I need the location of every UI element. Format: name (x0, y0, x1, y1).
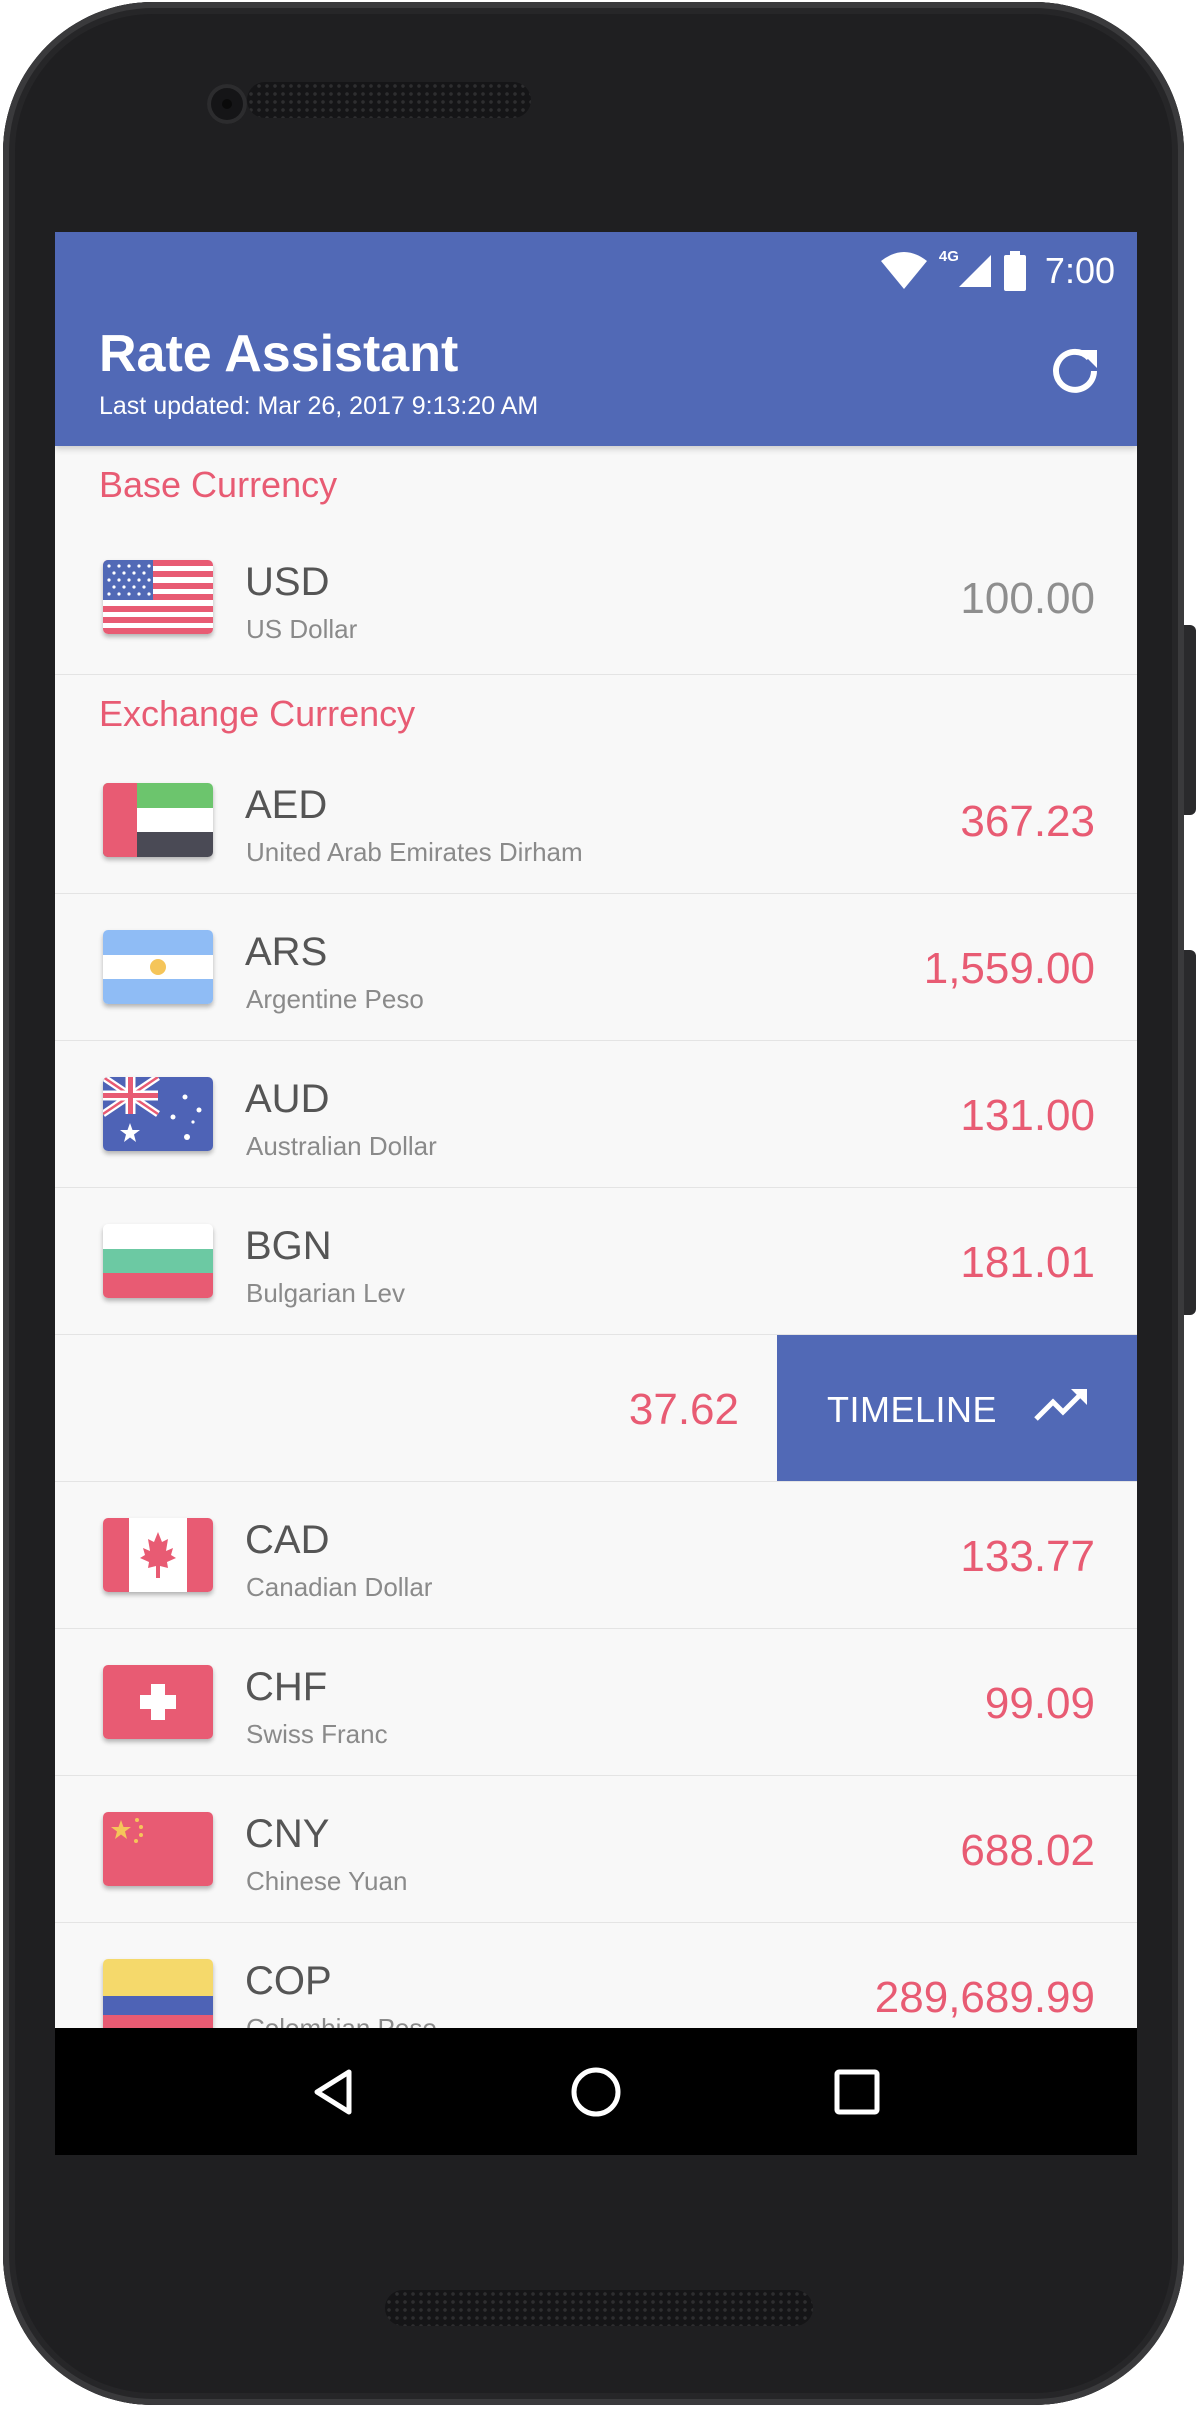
base-currency-header: Base Currency (99, 464, 338, 505)
currency-amount: 133.77 (960, 1532, 1095, 1581)
currency-amount: 131.00 (960, 1091, 1095, 1140)
currency-amount: 99.09 (984, 1679, 1095, 1728)
currency-row-ars[interactable]: ARS Argentine Peso 1,559.00 (55, 894, 1137, 1041)
home-icon[interactable] (566, 2062, 626, 2122)
currency-row-aud[interactable]: AUD Australian Dollar 131.00 (55, 1041, 1137, 1188)
back-icon[interactable] (305, 2062, 365, 2122)
currency-row-aed[interactable]: AED United Arab Emirates Dirham 367.23 (55, 747, 1137, 894)
currency-name: Australian Dollar (246, 1131, 437, 1161)
recents-icon[interactable] (827, 2062, 887, 2122)
currency-code: CAD (245, 1518, 330, 1562)
currency-code: AUD (245, 1077, 330, 1121)
currency-row-cad[interactable]: CAD Canadian Dollar 133.77 (55, 1482, 1137, 1629)
currency-code: CHF (245, 1665, 328, 1709)
ae-flag-icon (103, 783, 213, 857)
top-speaker-grille (247, 82, 531, 118)
currency-code: CNY (245, 1812, 330, 1856)
currency-name: Canadian Dollar (246, 1572, 433, 1602)
co-flag-icon (103, 1959, 213, 2033)
app-title: Rate Assistant (99, 325, 459, 383)
trending-up-icon (1034, 1389, 1087, 1421)
network-type-label: 4G (938, 248, 959, 265)
currency-name: Chinese Yuan (246, 1866, 408, 1896)
currency-code: ARS (245, 930, 328, 974)
wifi-icon (880, 252, 927, 289)
currency-amount: 37.62 (628, 1385, 739, 1434)
app-bar: 4G 7:00 Rate Assistant Last updated: Mar… (55, 232, 1137, 446)
currency-name: United Arab Emirates Dirham (246, 837, 583, 867)
us-flag-icon (103, 560, 213, 634)
bottom-speaker-grille (385, 2290, 813, 2326)
volume-rocker (1184, 950, 1196, 1315)
currency-code: USD (245, 560, 330, 604)
bg-flag-icon (103, 1224, 213, 1298)
exchange-currency-header: Exchange Currency (99, 693, 416, 734)
status-time: 7:00 (1044, 250, 1115, 291)
cn-flag-icon (103, 1812, 213, 1886)
base-currency-row[interactable]: USD US Dollar 100.00 (55, 522, 1137, 675)
ca-flag-icon (103, 1518, 213, 1592)
screen: 4G 7:00 Rate Assistant Last updated: Mar… (55, 232, 1137, 2155)
swiped-currency-row[interactable]: 37.62 TIMELINE (55, 1335, 1137, 1482)
ch-flag-icon (103, 1665, 213, 1739)
status-bar: 4G 7:00 (879, 246, 1115, 296)
currency-amount: 367.23 (960, 797, 1095, 846)
power-button (1184, 625, 1196, 815)
system-nav-bar (55, 2028, 1137, 2155)
currency-amount: 289,689.99 (874, 1973, 1095, 2022)
currency-code: COP (245, 1959, 332, 2003)
ar-flag-icon (103, 930, 213, 1004)
currency-amount: 1,559.00 (923, 944, 1095, 993)
currency-list: Base Currency USD US Dollar 100.00 Excha… (55, 446, 1137, 2070)
currency-name: Argentine Peso (246, 984, 424, 1014)
base-amount[interactable]: 100.00 (960, 574, 1095, 624)
currency-row-bgn[interactable]: BGN Bulgarian Lev 181.01 (55, 1188, 1137, 1335)
timeline-button[interactable]: TIMELINE (777, 1335, 1137, 1481)
currency-code: BGN (245, 1224, 332, 1268)
last-updated-text: Last updated: Mar 26, 2017 9:13:20 AM (99, 392, 539, 420)
currency-amount: 181.01 (960, 1238, 1095, 1287)
phone-frame: 4G 7:00 Rate Assistant Last updated: Mar… (3, 2, 1184, 2405)
currency-name: Swiss Franc (246, 1719, 388, 1749)
au-flag-icon (103, 1077, 213, 1151)
timeline-label: TIMELINE (827, 1389, 998, 1430)
currency-row-cny[interactable]: CNY Chinese Yuan 688.02 (55, 1776, 1137, 1923)
currency-name: US Dollar (246, 614, 358, 644)
front-camera (207, 84, 247, 124)
currency-code: AED (245, 783, 328, 827)
currency-row-chf[interactable]: CHF Swiss Franc 99.09 (55, 1629, 1137, 1776)
battery-icon (1003, 251, 1026, 291)
currency-name: Bulgarian Lev (246, 1278, 405, 1308)
currency-amount: 688.02 (960, 1826, 1095, 1875)
cell-signal-icon (958, 255, 991, 287)
refresh-icon[interactable] (1045, 340, 1105, 400)
